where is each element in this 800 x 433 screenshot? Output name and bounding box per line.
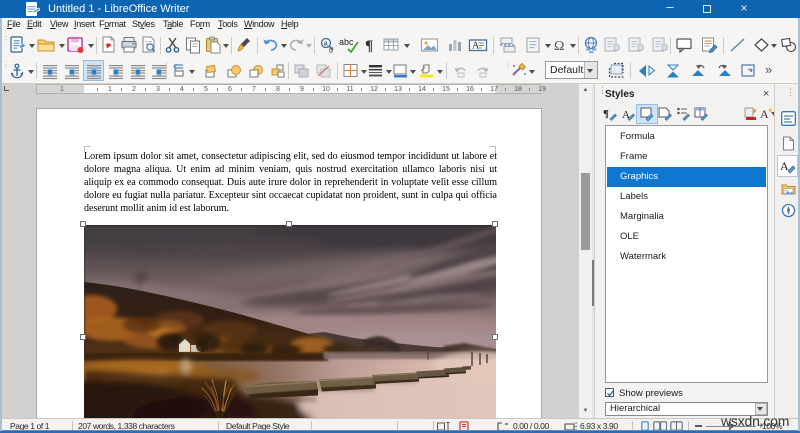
svg-text:¶: ¶: [603, 108, 609, 120]
svg-text:Ω: Ω: [554, 39, 564, 54]
svg-text:d: d: [329, 48, 333, 55]
svg-text:abc: abc: [339, 37, 354, 47]
svg-text:a: a: [324, 41, 328, 48]
svg-text:A: A: [760, 107, 769, 121]
svg-text:A: A: [472, 41, 480, 52]
svg-text:¶: ¶: [365, 38, 373, 54]
